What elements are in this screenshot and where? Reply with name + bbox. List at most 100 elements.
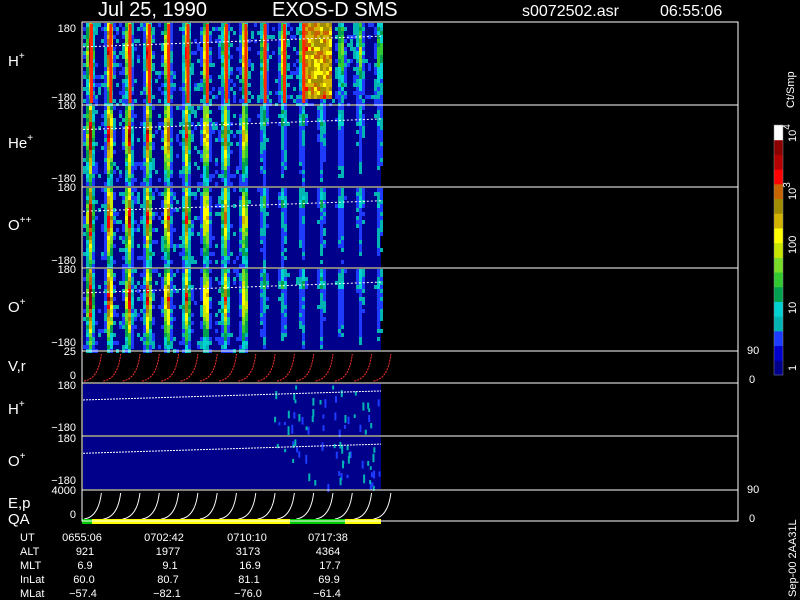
- svg-text:0702:42: 0702:42: [144, 532, 184, 544]
- colorbar-swatch-16: [774, 139, 783, 155]
- svg-text:16.9: 16.9: [239, 560, 260, 572]
- rtick-bottom-ep: 0: [749, 513, 755, 525]
- panel-data-2: [82, 106, 383, 186]
- footer-column-4: 0717:38 4364 17.7 69.9 −61.4: [308, 532, 348, 600]
- panel-label-ep: E,p: [8, 495, 31, 512]
- svg-text:60.0: 60.0: [73, 574, 94, 586]
- svg-text:InLat: InLat: [20, 574, 44, 586]
- panel-label-vr: V,r: [8, 358, 26, 375]
- panel-label-o-plusplus: O++: [8, 215, 32, 234]
- colorbar-swatch-5: [774, 301, 783, 317]
- colorbar-swatch-15: [774, 154, 783, 170]
- svg-text:9.1: 9.1: [162, 560, 177, 572]
- header-date: Jul 25, 1990: [98, 0, 207, 21]
- ytick-top-4: 180: [58, 264, 76, 276]
- svg-text:0717:38: 0717:38: [308, 532, 348, 544]
- svg-text:O++: O++: [8, 215, 32, 234]
- svg-text:921: 921: [76, 546, 94, 558]
- svg-text:100: 100: [787, 236, 799, 254]
- version-label: Sep-00 2AA31L: [787, 519, 799, 597]
- colorbar-tick-100: 100: [787, 236, 799, 254]
- colorbar-tick-1e3: 103: [782, 182, 799, 200]
- panel-label-o-plus-1: O+: [8, 297, 26, 316]
- spectrogram-figure: Jul 25, 1990 EXOS-D SMS s0072502.asr 06:…: [8, 0, 799, 600]
- svg-text:17.7: 17.7: [319, 560, 340, 572]
- colorbar-swatch-7: [774, 272, 783, 288]
- svg-text:10: 10: [787, 302, 799, 314]
- ytick-bottom-8: 0: [70, 509, 76, 521]
- ytick-top-1: 180: [58, 23, 76, 35]
- ytick-top-6: 180: [58, 380, 76, 392]
- colorbar-swatch-2: [774, 345, 783, 361]
- colorbar-swatch-8: [774, 257, 783, 273]
- ytick-top-3: 180: [58, 182, 76, 194]
- panel-label-h-plus-1: H+: [8, 51, 25, 70]
- panel-data-5: [83, 353, 392, 382]
- svg-text:MLT: MLT: [20, 560, 41, 572]
- colorbar-tick-10: 10: [787, 302, 799, 314]
- rtick-top-vr: 90: [747, 345, 759, 357]
- panel-data-7: [82, 437, 382, 493]
- colorbar-swatch-6: [774, 286, 783, 302]
- svg-text:81.1: 81.1: [238, 574, 259, 586]
- svg-text:3173: 3173: [236, 546, 260, 558]
- panel-data-4: [82, 269, 383, 353]
- svg-text:80.7: 80.7: [157, 574, 178, 586]
- svg-text:−82.1: −82.1: [153, 588, 181, 600]
- panel-data-1: [82, 23, 383, 107]
- colorbar-swatch-14: [774, 169, 783, 185]
- footer-column-1: 0655:06 921 6.9 60.0 −57.4: [62, 532, 102, 600]
- panel-frame-8: [81, 489, 739, 522]
- footer-column-2: 0702:42 1977 9.1 80.7 −82.1: [144, 532, 184, 600]
- colorbar: [773, 124, 784, 376]
- panel-frame-5: [81, 350, 739, 384]
- svg-text:6.9: 6.9: [77, 560, 92, 572]
- colorbar-swatch-9: [774, 242, 783, 258]
- panel-label-qa: QA: [8, 511, 30, 528]
- panel-data-6: [82, 384, 382, 438]
- svg-text:0655:06: 0655:06: [62, 532, 102, 544]
- svg-text:H+: H+: [8, 399, 25, 418]
- header-time: 06:55:06: [660, 3, 722, 20]
- svg-text:69.9: 69.9: [318, 574, 339, 586]
- header-instrument: EXOS-D SMS: [272, 0, 398, 21]
- ytick-top-2: 180: [58, 100, 76, 112]
- ytick-top-7: 180: [58, 433, 76, 445]
- svg-text:−61.4: −61.4: [313, 588, 341, 600]
- svg-text:4364: 4364: [316, 546, 340, 558]
- colorbar-unit-label: Ct/Smp: [785, 71, 797, 108]
- spectrogram-data: [82, 23, 392, 524]
- panel-label-h-plus-2: H+: [8, 399, 25, 418]
- colorbar-tick-1: 1: [787, 365, 799, 371]
- svg-text:He+: He+: [8, 133, 33, 152]
- svg-text:−76.0: −76.0: [234, 588, 262, 600]
- footer-column-3: 0710:10 3173 16.9 81.1 −76.0: [227, 532, 267, 600]
- svg-text:104: 104: [782, 124, 799, 142]
- svg-text:UT: UT: [20, 532, 35, 544]
- svg-text:1: 1: [787, 365, 799, 371]
- rtick-top-ep: 90: [747, 484, 759, 496]
- panel-label-o-plus-2: O+: [8, 451, 26, 470]
- header-file: s0072502.asr: [522, 3, 620, 20]
- svg-text:ALT: ALT: [20, 546, 40, 558]
- svg-text:O+: O+: [8, 297, 26, 316]
- svg-text:0710:10: 0710:10: [227, 532, 267, 544]
- svg-text:103: 103: [782, 182, 799, 200]
- svg-text:H+: H+: [8, 51, 25, 70]
- colorbar-swatch-11: [774, 213, 783, 229]
- ytick-top-8: 4000: [52, 485, 76, 497]
- svg-text:1977: 1977: [156, 546, 180, 558]
- footer-row-labels: UT ALT MLT InLat MLat: [20, 532, 44, 600]
- colorbar-swatch-10: [774, 227, 783, 244]
- svg-text:MLat: MLat: [20, 588, 44, 600]
- svg-text:O+: O+: [8, 451, 26, 470]
- colorbar-swatch-1: [774, 360, 783, 376]
- colorbar-swatch-3: [774, 330, 783, 347]
- panel-data-3: [82, 188, 383, 268]
- colorbar-swatch-4: [774, 316, 783, 332]
- ytick-top-5: 25: [64, 346, 76, 358]
- colorbar-swatch-12: [774, 198, 783, 214]
- colorbar-tick-1e4: 104: [782, 124, 799, 142]
- panel-label-he-plus: He+: [8, 133, 33, 152]
- svg-text:−57.4: −57.4: [69, 588, 97, 600]
